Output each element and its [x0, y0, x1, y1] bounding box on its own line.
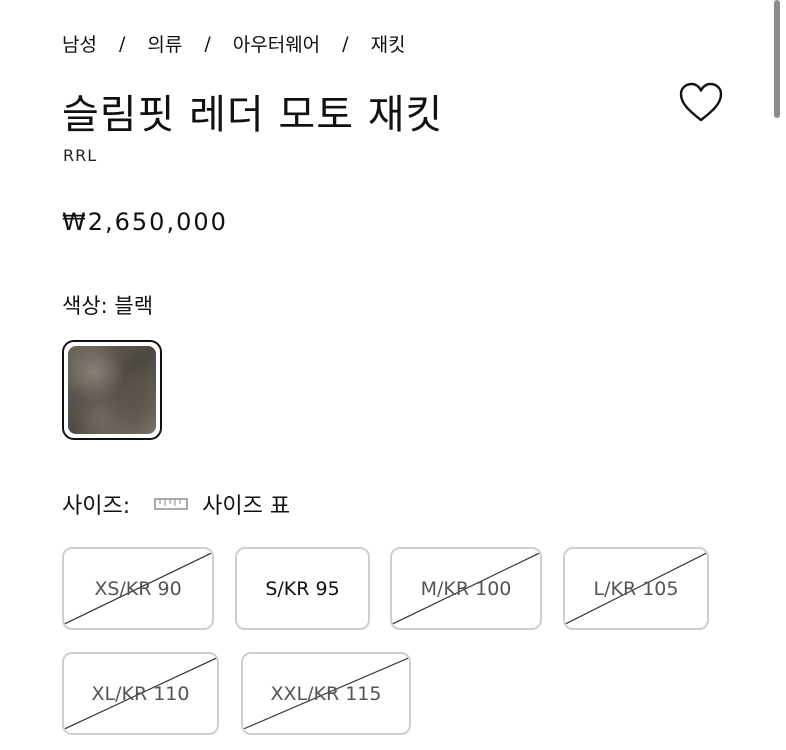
size-option-label: M/KR 100 [420, 577, 512, 600]
breadcrumb: 남성 / 의류 / 아우터웨어 / 재킷 [62, 30, 406, 57]
size-selection-row: 사이즈: 사이즈 표 [62, 488, 290, 520]
brand-name[interactable]: RRL [63, 146, 97, 165]
color-selection-label: 색상: 블랙 [62, 290, 153, 320]
scrollbar[interactable] [774, 0, 780, 118]
size-option-xl[interactable]: XL/KR 110 [62, 652, 219, 735]
breadcrumb-item-outerwear[interactable]: 아우터웨어 [233, 30, 320, 57]
product-title: 슬림핏 레더 모토 재킷 [62, 92, 444, 138]
product-price: ₩2,650,000 [62, 208, 228, 236]
size-option-label: S/KR 95 [265, 577, 340, 600]
size-option-label: L/KR 105 [593, 577, 679, 600]
heart-icon [679, 82, 723, 122]
breadcrumb-separator: / [204, 32, 211, 55]
wishlist-button[interactable] [678, 80, 724, 126]
size-chart-label: 사이즈 표 [202, 494, 291, 519]
color-label: 색상: [62, 294, 108, 318]
breadcrumb-item-clothing[interactable]: 의류 [147, 30, 182, 57]
breadcrumb-item-jacket[interactable]: 재킷 [371, 30, 406, 57]
breadcrumb-separator: / [118, 32, 126, 55]
size-option-l[interactable]: L/KR 105 [563, 547, 709, 630]
breadcrumb-separator: / [342, 32, 349, 55]
breadcrumb-item-men[interactable]: 남성 [62, 30, 97, 57]
color-swatch-black[interactable] [62, 340, 162, 440]
size-chart-link[interactable]: 사이즈 표 [154, 488, 290, 520]
size-option-label: XXL/KR 115 [270, 682, 382, 705]
color-value: 블랙 [114, 294, 154, 318]
size-option-xxl[interactable]: XXL/KR 115 [241, 652, 411, 735]
swatch-image [68, 346, 156, 434]
size-option-xs[interactable]: XS/KR 90 [62, 547, 214, 630]
size-option-s[interactable]: S/KR 95 [235, 547, 370, 630]
size-option-m[interactable]: M/KR 100 [390, 547, 542, 630]
size-option-label: XS/KR 90 [94, 577, 182, 600]
ruler-icon [154, 498, 188, 510]
size-label: 사이즈: [62, 494, 131, 519]
size-option-label: XL/KR 110 [91, 682, 190, 705]
